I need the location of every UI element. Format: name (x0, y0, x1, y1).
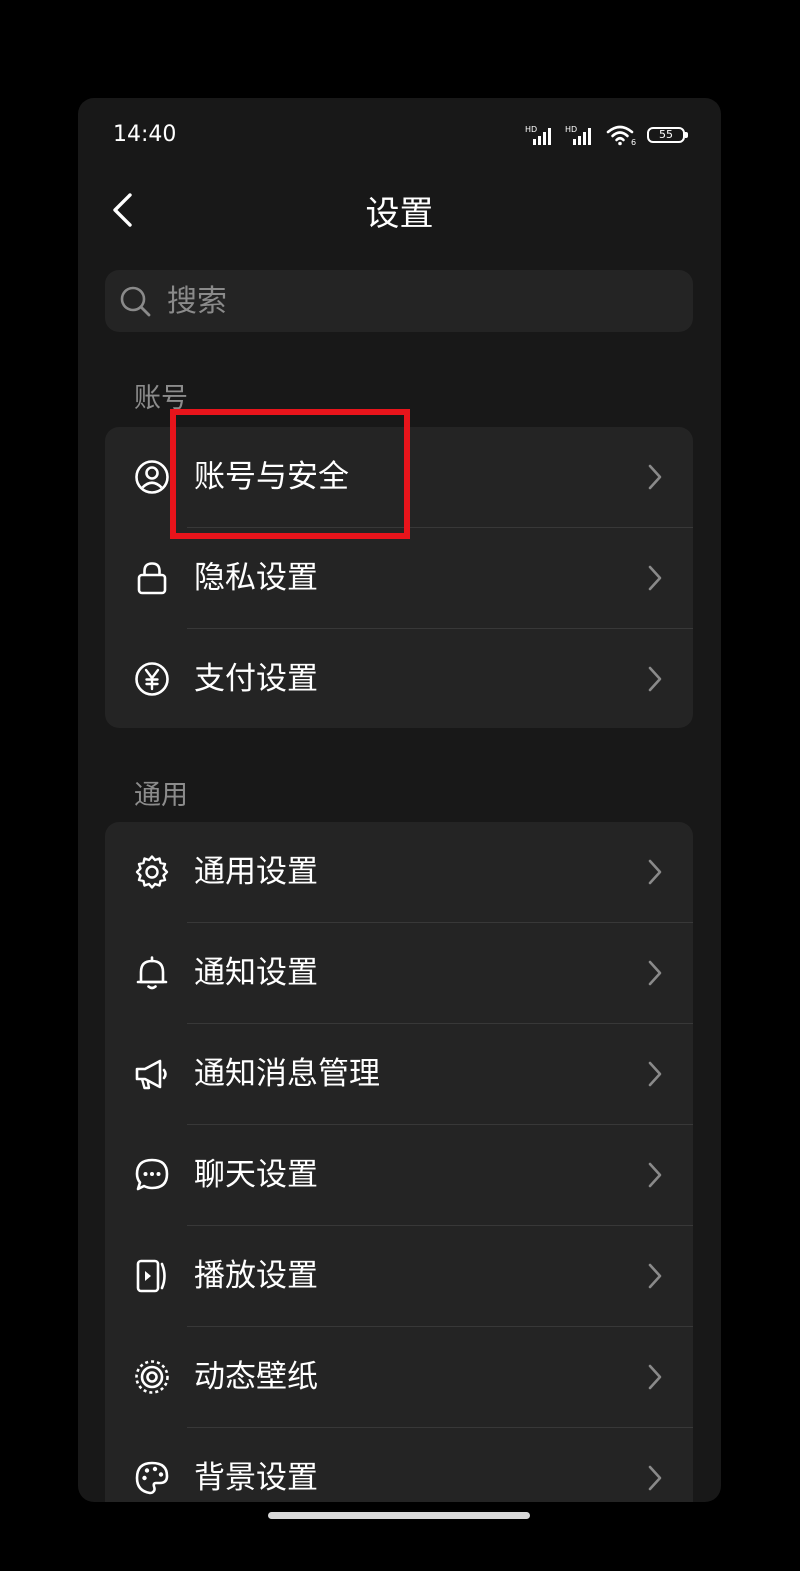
chevron-right-icon (648, 464, 662, 490)
search-icon (120, 286, 151, 317)
chevron-right-icon (648, 666, 662, 692)
nav-bar: 设置 (78, 174, 721, 246)
phone-screen: 14:40 HD HD 6 55 设置 搜索 账号 账号与安全 隐私设置 支付设… (78, 98, 721, 1502)
search-bar[interactable] (105, 270, 693, 332)
wifi-icon: 6 (606, 125, 636, 146)
play-card-icon (136, 1259, 166, 1293)
settings-item-label: 通知设置 (194, 955, 318, 991)
chevron-right-icon (648, 960, 662, 986)
settings-item-chat[interactable]: 聊天设置 (105, 1125, 693, 1226)
section-label-general: 通用 (134, 780, 188, 811)
status-time: 14:40 (113, 122, 177, 147)
settings-item-privacy[interactable]: 隐私设置 (105, 528, 693, 629)
settings-item-background[interactable]: 背景设置 (105, 1428, 693, 1502)
chat-bubble-icon (135, 1158, 169, 1191)
settings-item-general[interactable]: 通用设置 (105, 822, 693, 923)
settings-item-label: 支付设置 (194, 661, 318, 697)
settings-item-payment[interactable]: 支付设置 (105, 629, 693, 728)
status-bar: 14:40 HD HD 6 55 (78, 98, 721, 174)
settings-item-label: 通知消息管理 (194, 1056, 380, 1092)
user-circle-icon (135, 460, 169, 494)
search-input[interactable] (167, 270, 667, 332)
settings-item-label: 通用设置 (194, 854, 318, 890)
lock-icon (137, 562, 167, 595)
chevron-right-icon (648, 1465, 662, 1491)
wifi-label: 6 (631, 138, 636, 146)
yen-icon (135, 662, 169, 696)
megaphone-icon (135, 1059, 167, 1090)
section-label-account: 账号 (134, 383, 188, 414)
page-title: 设置 (365, 194, 434, 234)
network-label-2: HD (565, 125, 577, 134)
bell-icon (136, 956, 168, 990)
chevron-right-icon (648, 1364, 662, 1390)
network-label-1: HD (525, 125, 537, 134)
battery-icon: 55 (647, 127, 688, 143)
settings-item-notifications[interactable]: 通知设置 (105, 923, 693, 1024)
chevron-right-icon (648, 859, 662, 885)
palette-icon (135, 1461, 169, 1495)
settings-item-live-wallpaper[interactable]: 动态壁纸 (105, 1327, 693, 1428)
chevron-right-icon (648, 565, 662, 591)
settings-item-label: 背景设置 (194, 1460, 318, 1496)
settings-item-label: 聊天设置 (194, 1157, 318, 1193)
chevron-right-icon (648, 1061, 662, 1087)
gear-icon (135, 855, 169, 889)
account-settings-card: 账号与安全 隐私设置 支付设置 (105, 427, 693, 728)
chevron-right-icon (648, 1263, 662, 1289)
live-wallpaper-icon (135, 1360, 169, 1394)
settings-item-label: 账号与安全 (194, 459, 349, 495)
cellular-signal-icon: HD (525, 125, 551, 145)
settings-item-label: 播放设置 (194, 1258, 318, 1294)
settings-item-account-security[interactable]: 账号与安全 (105, 427, 693, 528)
settings-item-notification-management[interactable]: 通知消息管理 (105, 1024, 693, 1125)
home-indicator[interactable] (268, 1512, 530, 1519)
chevron-right-icon (648, 1162, 662, 1188)
cellular-signal-icon: HD (565, 125, 591, 145)
settings-item-label: 动态壁纸 (194, 1359, 318, 1395)
settings-item-label: 隐私设置 (194, 560, 318, 596)
general-settings-card: 通用设置 通知设置 通知消息管理 聊天设置 播放设置 动态壁纸 背景设置 (105, 822, 693, 1502)
settings-item-playback[interactable]: 播放设置 (105, 1226, 693, 1327)
status-icons: HD HD 6 55 (525, 124, 688, 146)
